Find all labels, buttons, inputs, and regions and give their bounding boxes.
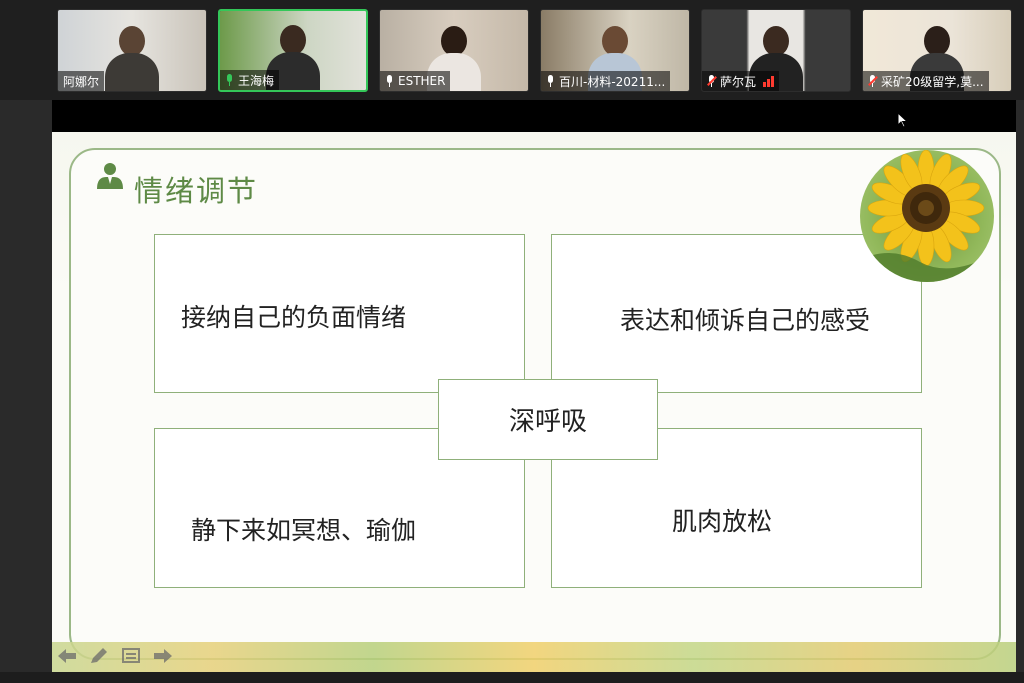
participant-tile[interactable]: 采矿20级留学,莫... [862, 9, 1012, 92]
box-bottom-left-text: 静下来如冥想、瑜伽 [191, 516, 417, 545]
participant-name-bar: ESTHER [380, 71, 451, 91]
shared-slide: 情绪调节 接纳自己的负面情绪 表达和倾诉自己的感受 静下来如冥想、瑜伽 肌肉放松… [52, 132, 1016, 672]
box-center: 深呼吸 [438, 379, 658, 460]
participant-name: 王海梅 [238, 73, 275, 88]
participant-video [97, 21, 167, 91]
participant-name: 采矿20级留学,莫... [881, 74, 984, 89]
sunflower-image [860, 150, 994, 282]
participant-name: 百川-材料-20211... [559, 74, 666, 89]
participant-tile[interactable]: 萨尔瓦 [701, 9, 851, 92]
screen-icon[interactable] [120, 646, 142, 666]
arrow-right-icon[interactable] [152, 646, 174, 666]
box-bottom-right-text: 肌肉放松 [672, 507, 773, 536]
microphone-icon [225, 74, 234, 86]
pen-icon[interactable] [88, 646, 110, 666]
decorative-flower-border [52, 642, 1016, 672]
participant-name-bar: 萨尔瓦 [702, 71, 780, 91]
box-center-text: 深呼吸 [508, 407, 587, 437]
participant-name: 阿娜尔 [63, 74, 100, 89]
participant-strip: 阿娜尔 王海梅 ESTHER 百川-材料-20211... 萨尔瓦 采矿20级留… [0, 0, 1024, 100]
microphone-muted-icon [707, 75, 717, 87]
participant-name-bar: 采矿20级留学,莫... [863, 71, 989, 91]
screen-share-top-band [52, 100, 1016, 132]
person-group-icon [97, 163, 123, 189]
participant-tile-active-speaker[interactable]: 王海梅 [218, 9, 368, 92]
slide-title: 情绪调节 [134, 174, 259, 208]
box-top-right-text: 表达和倾诉自己的感受 [620, 306, 871, 335]
participant-name-bar: 百川-材料-20211... [541, 71, 671, 91]
participant-name-bar: 阿娜尔 [58, 71, 105, 91]
microphone-icon [546, 75, 555, 87]
arrow-left-icon[interactable] [56, 646, 78, 666]
participant-tile[interactable]: 百川-材料-20211... [540, 9, 690, 92]
mouse-cursor-icon [897, 112, 909, 128]
box-top-left-text: 接纳自己的负面情绪 [181, 303, 407, 332]
participant-tile[interactable]: ESTHER [379, 9, 529, 92]
participant-name-bar: 王海梅 [220, 70, 280, 90]
participant-tile[interactable]: 阿娜尔 [57, 9, 207, 92]
box-top-right: 表达和倾诉自己的感受 [551, 234, 922, 393]
microphone-muted-icon [868, 75, 878, 87]
bottom-toolbar [0, 672, 1024, 683]
slide-controls [56, 646, 174, 666]
signal-strength-icon [763, 75, 775, 87]
box-top-left: 接纳自己的负面情绪 [154, 234, 525, 393]
participant-name: 萨尔瓦 [720, 74, 757, 89]
participant-name: ESTHER [398, 74, 446, 88]
microphone-icon [385, 75, 394, 87]
